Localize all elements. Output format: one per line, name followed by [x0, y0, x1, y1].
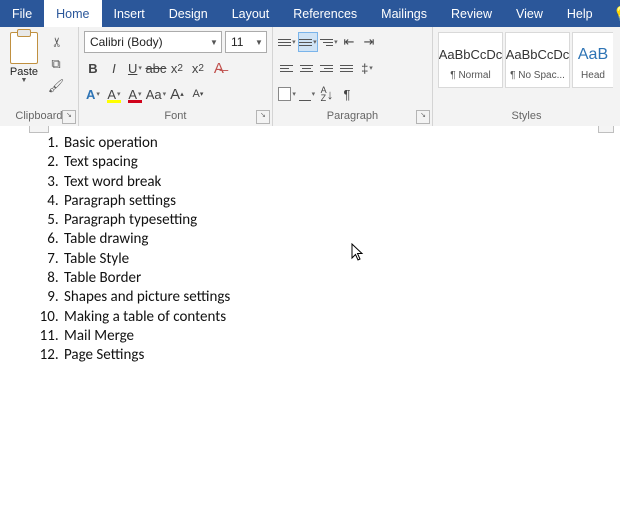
style-no-spacing[interactable]: AaBbCcDc ¶ No Spac...	[505, 32, 570, 88]
numbered-list[interactable]: Basic operationText spacingText word bre…	[62, 134, 620, 366]
grow-font-button[interactable]: A▴	[168, 85, 186, 103]
style-preview: AaB	[578, 40, 608, 70]
font-size-combo[interactable]: 11 ▼	[225, 31, 267, 53]
tab-insert[interactable]: Insert	[102, 0, 157, 27]
tab-home[interactable]: Home	[44, 0, 101, 27]
group-label-styles: Styles	[438, 109, 615, 125]
align-right-icon[interactable]	[318, 59, 336, 77]
group-clipboard: Paste ▼ ✂ ⧉ 🖌 Clipboard ↘	[0, 27, 79, 126]
group-font: Calibri (Body)▼ 11▼ B I U▾ abc x2 x2 A̶ …	[79, 27, 273, 126]
ribbon: Paste ▼ ✂ ⧉ 🖌 Clipboard ↘ Calibri (Body)…	[0, 27, 620, 127]
shrink-font-button[interactable]: A▾	[189, 85, 207, 103]
chevron-down-icon: ▼	[251, 38, 263, 47]
superscript-button[interactable]: x2	[189, 59, 207, 77]
font-name-combo[interactable]: Calibri (Body) ▼	[84, 31, 222, 53]
ribbon-tabs: File Home Insert Design Layout Reference…	[0, 0, 620, 27]
list-item[interactable]: Paragraph typesetting	[62, 211, 620, 230]
highlight-button[interactable]: A▾	[105, 85, 123, 103]
list-item[interactable]: Shapes and picture settings	[62, 288, 620, 307]
decrease-indent-icon[interactable]: ⇤	[340, 33, 358, 51]
subscript-button[interactable]: x2	[168, 59, 186, 77]
bullets-button[interactable]: ▾	[278, 33, 296, 51]
document-area[interactable]: Basic operationText spacingText word bre…	[0, 126, 620, 520]
clear-format-icon[interactable]: A̶	[210, 59, 228, 77]
list-item[interactable]: Text spacing	[62, 153, 620, 172]
bold-button[interactable]: B	[84, 59, 102, 77]
tab-file[interactable]: File	[0, 0, 44, 27]
chevron-down-icon: ▼	[206, 38, 218, 47]
style-preview: AaBbCcDc	[506, 40, 570, 70]
list-item[interactable]: Page Settings	[62, 346, 620, 365]
font-color-button[interactable]: A▾	[126, 85, 144, 103]
numbering-button[interactable]: ▾	[298, 32, 318, 52]
tab-mailings[interactable]: Mailings	[369, 0, 439, 27]
copy-icon[interactable]: ⧉	[47, 56, 65, 72]
list-item[interactable]: Table Style	[62, 250, 620, 269]
format-painter-icon[interactable]: 🖌	[47, 78, 65, 94]
style-preview: AaBbCcDc	[439, 40, 503, 70]
tab-design[interactable]: Design	[157, 0, 220, 27]
borders-button[interactable]: ▾	[298, 85, 316, 103]
group-label-font: Font	[84, 109, 267, 125]
ruler-marker-left[interactable]	[29, 126, 49, 133]
list-item[interactable]: Text word break	[62, 173, 620, 192]
align-center-icon[interactable]	[298, 59, 316, 77]
shading-button[interactable]: ▾	[278, 85, 296, 103]
tab-view[interactable]: View	[504, 0, 555, 27]
tab-review[interactable]: Review	[439, 0, 504, 27]
tab-help[interactable]: Help	[555, 0, 605, 27]
font-name-value: Calibri (Body)	[90, 35, 163, 49]
style-heading[interactable]: AaB Head	[572, 32, 613, 88]
text-effects-button[interactable]: A▾	[84, 85, 102, 103]
style-normal[interactable]: AaBbCcDc ¶ Normal	[438, 32, 503, 88]
increase-indent-icon[interactable]: ⇥	[360, 33, 378, 51]
group-paragraph: ▾ ▾ ▾ ⇤ ⇥ ‡▾ ▾ ▾ AZ↓ ¶ Paragraph ↘	[273, 27, 433, 126]
tab-layout[interactable]: Layout	[220, 0, 282, 27]
underline-button[interactable]: U▾	[126, 59, 144, 77]
font-launcher-icon[interactable]: ↘	[256, 110, 270, 124]
list-item[interactable]: Table Border	[62, 269, 620, 288]
list-item[interactable]: Paragraph settings	[62, 192, 620, 211]
italic-button[interactable]: I	[105, 59, 123, 77]
style-name: ¶ No Spac...	[510, 70, 565, 81]
style-name: ¶ Normal	[450, 70, 490, 81]
list-item[interactable]: Mail Merge	[62, 327, 620, 346]
paste-icon[interactable]	[10, 32, 38, 64]
line-spacing-button[interactable]: ‡▾	[358, 59, 376, 77]
align-left-icon[interactable]	[278, 59, 296, 77]
list-item[interactable]: Table drawing	[62, 230, 620, 249]
show-marks-button[interactable]: ¶	[338, 85, 356, 103]
tab-references[interactable]: References	[281, 0, 369, 27]
strike-button[interactable]: abc	[147, 59, 165, 77]
multilevel-button[interactable]: ▾	[320, 33, 338, 51]
ruler-marker-right[interactable]	[598, 126, 614, 133]
cut-icon[interactable]: ✂	[48, 33, 64, 51]
change-case-button[interactable]: Aa▾	[147, 85, 165, 103]
list-item[interactable]: Making a table of contents	[62, 308, 620, 327]
sort-button[interactable]: AZ↓	[318, 85, 336, 103]
page: Basic operationText spacingText word bre…	[0, 126, 620, 366]
group-styles: AaBbCcDc ¶ Normal AaBbCcDc ¶ No Spac... …	[433, 27, 620, 126]
group-label-paragraph: Paragraph	[278, 109, 427, 125]
tell-me-icon[interactable]: 💡	[605, 0, 620, 27]
list-item[interactable]: Basic operation	[62, 134, 620, 153]
font-size-value: 11	[231, 35, 243, 49]
clipboard-launcher-icon[interactable]: ↘	[62, 110, 76, 124]
justify-icon[interactable]	[338, 59, 356, 77]
paste-dropdown-icon[interactable]: ▼	[21, 77, 28, 84]
paragraph-launcher-icon[interactable]: ↘	[416, 110, 430, 124]
style-name: Head	[581, 70, 605, 81]
